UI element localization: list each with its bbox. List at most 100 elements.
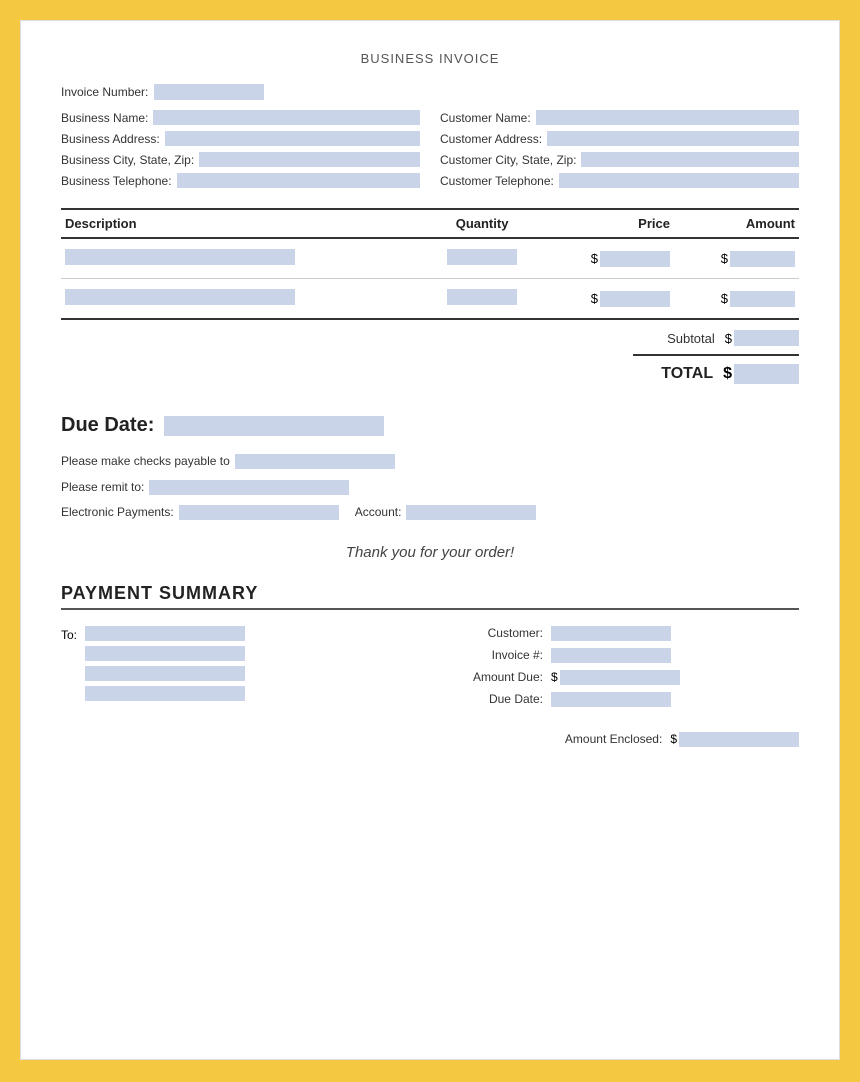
summary-due-date-field[interactable] bbox=[551, 692, 671, 707]
invoice-page: BUSINESS INVOICE Invoice Number: Busines… bbox=[20, 20, 840, 1060]
table-row: $ $ bbox=[61, 279, 799, 320]
summary-amount-due-field[interactable] bbox=[560, 670, 680, 685]
payment-summary-section: PAYMENT SUMMARY To: Customer: bbox=[61, 583, 799, 747]
items-table: Description Quantity Price Amount $ bbox=[61, 208, 799, 320]
table-row: $ $ bbox=[61, 238, 799, 279]
customer-address-row: Customer Address: bbox=[440, 131, 799, 146]
account-label: Account: bbox=[355, 502, 402, 524]
summary-to-field-3[interactable] bbox=[85, 666, 245, 681]
info-grid: Business Name: Customer Name: Business A… bbox=[61, 110, 799, 188]
customer-telephone-label: Customer Telephone: bbox=[440, 174, 554, 188]
summary-customer-row: Customer: bbox=[433, 626, 799, 641]
business-name-field[interactable] bbox=[153, 110, 420, 125]
account-field[interactable] bbox=[406, 505, 536, 520]
total-dollar: $ bbox=[723, 365, 732, 383]
summary-to-field-1[interactable] bbox=[85, 626, 245, 641]
customer-name-row: Customer Name: bbox=[440, 110, 799, 125]
thank-you-text: Thank you for your order! bbox=[61, 544, 799, 561]
summary-amount-due-dollar: $ bbox=[551, 670, 558, 684]
business-city-row: Business City, State, Zip: bbox=[61, 152, 420, 167]
due-date-label: Due Date: bbox=[61, 414, 154, 437]
summary-left: To: bbox=[61, 626, 427, 747]
total-field[interactable] bbox=[734, 364, 799, 384]
row2-desc-field[interactable] bbox=[65, 289, 295, 305]
amount-enclosed-dollar: $ bbox=[670, 732, 677, 746]
row2-amount-field[interactable] bbox=[730, 291, 795, 307]
row2-price-field[interactable] bbox=[600, 291, 670, 307]
business-city-field[interactable] bbox=[199, 152, 420, 167]
row1-price-field[interactable] bbox=[600, 251, 670, 267]
summary-to-field-2[interactable] bbox=[85, 646, 245, 661]
row1-desc-cell bbox=[61, 238, 423, 279]
business-name-label: Business Name: bbox=[61, 111, 148, 125]
business-telephone-field[interactable] bbox=[177, 173, 420, 188]
summary-invoice-row: Invoice #: bbox=[433, 648, 799, 663]
subtotal-field[interactable] bbox=[734, 330, 799, 346]
col-header-price: Price bbox=[541, 209, 674, 238]
invoice-number-field[interactable] bbox=[154, 84, 264, 100]
row1-amount-dollar: $ bbox=[721, 251, 728, 266]
electronic-payments-field[interactable] bbox=[179, 505, 339, 520]
row1-amount-cell: $ bbox=[674, 238, 799, 279]
row2-price-dollar: $ bbox=[591, 291, 598, 306]
row1-desc-field[interactable] bbox=[65, 249, 295, 265]
customer-name-field[interactable] bbox=[536, 110, 799, 125]
row1-qty-field[interactable] bbox=[447, 249, 517, 265]
amount-enclosed-label: Amount Enclosed: bbox=[565, 732, 662, 746]
totals-section: Subtotal $ TOTAL $ bbox=[61, 330, 799, 384]
row1-amount-field[interactable] bbox=[730, 251, 795, 267]
summary-amount-due-label: Amount Due: bbox=[433, 670, 543, 684]
summary-to-field-4[interactable] bbox=[85, 686, 245, 701]
subtotal-row: Subtotal $ bbox=[635, 330, 799, 346]
business-address-row: Business Address: bbox=[61, 131, 420, 146]
amount-enclosed-section: Amount Enclosed: $ bbox=[433, 732, 799, 747]
summary-to-label: To: bbox=[61, 628, 77, 642]
col-header-amount: Amount bbox=[674, 209, 799, 238]
customer-telephone-row: Customer Telephone: bbox=[440, 173, 799, 188]
business-name-row: Business Name: bbox=[61, 110, 420, 125]
row2-amount-cell: $ bbox=[674, 279, 799, 320]
business-telephone-label: Business Telephone: bbox=[61, 174, 172, 188]
customer-city-field[interactable] bbox=[581, 152, 799, 167]
invoice-number-label: Invoice Number: bbox=[61, 85, 148, 99]
customer-address-field[interactable] bbox=[547, 131, 799, 146]
amount-enclosed-field[interactable] bbox=[679, 732, 799, 747]
remit-to-field[interactable] bbox=[149, 480, 349, 495]
summary-to-row: To: bbox=[61, 626, 427, 701]
subtotal-dollar: $ bbox=[725, 331, 732, 346]
checks-payable-field[interactable] bbox=[235, 454, 395, 469]
business-city-label: Business City, State, Zip: bbox=[61, 153, 194, 167]
summary-due-date-label: Due Date: bbox=[433, 692, 543, 706]
summary-due-date-row: Due Date: bbox=[433, 692, 799, 707]
checks-payable-label: Please make checks payable to bbox=[61, 451, 230, 473]
checks-payable-row: Please make checks payable to bbox=[61, 451, 799, 473]
due-date-field[interactable] bbox=[164, 416, 384, 436]
business-address-field[interactable] bbox=[165, 131, 420, 146]
customer-address-label: Customer Address: bbox=[440, 132, 542, 146]
due-date-row: Due Date: bbox=[61, 414, 799, 437]
summary-amount-due-row: Amount Due: $ bbox=[433, 670, 799, 685]
customer-telephone-field[interactable] bbox=[559, 173, 799, 188]
row1-qty-cell bbox=[423, 238, 542, 279]
customer-city-label: Customer City, State, Zip: bbox=[440, 153, 576, 167]
row2-desc-cell bbox=[61, 279, 423, 320]
payment-summary-title: PAYMENT SUMMARY bbox=[61, 583, 799, 610]
row1-price-cell: $ bbox=[541, 238, 674, 279]
business-telephone-row: Business Telephone: bbox=[61, 173, 420, 188]
due-date-section: Due Date: Please make checks payable to … bbox=[61, 414, 799, 524]
summary-invoice-field[interactable] bbox=[551, 648, 671, 663]
row2-qty-cell bbox=[423, 279, 542, 320]
summary-to-fields bbox=[85, 626, 245, 701]
page-title: BUSINESS INVOICE bbox=[61, 51, 799, 66]
row1-price-dollar: $ bbox=[591, 251, 598, 266]
summary-invoice-label: Invoice #: bbox=[433, 648, 543, 662]
electronic-payments-row: Electronic Payments: Account: bbox=[61, 502, 799, 524]
subtotal-label: Subtotal bbox=[635, 331, 715, 346]
row2-amount-dollar: $ bbox=[721, 291, 728, 306]
electronic-payments-label: Electronic Payments: bbox=[61, 502, 174, 524]
invoice-number-row: Invoice Number: bbox=[61, 84, 799, 100]
remit-to-label: Please remit to: bbox=[61, 477, 144, 499]
summary-customer-field[interactable] bbox=[551, 626, 671, 641]
row2-qty-field[interactable] bbox=[447, 289, 517, 305]
total-label: TOTAL bbox=[633, 365, 713, 383]
